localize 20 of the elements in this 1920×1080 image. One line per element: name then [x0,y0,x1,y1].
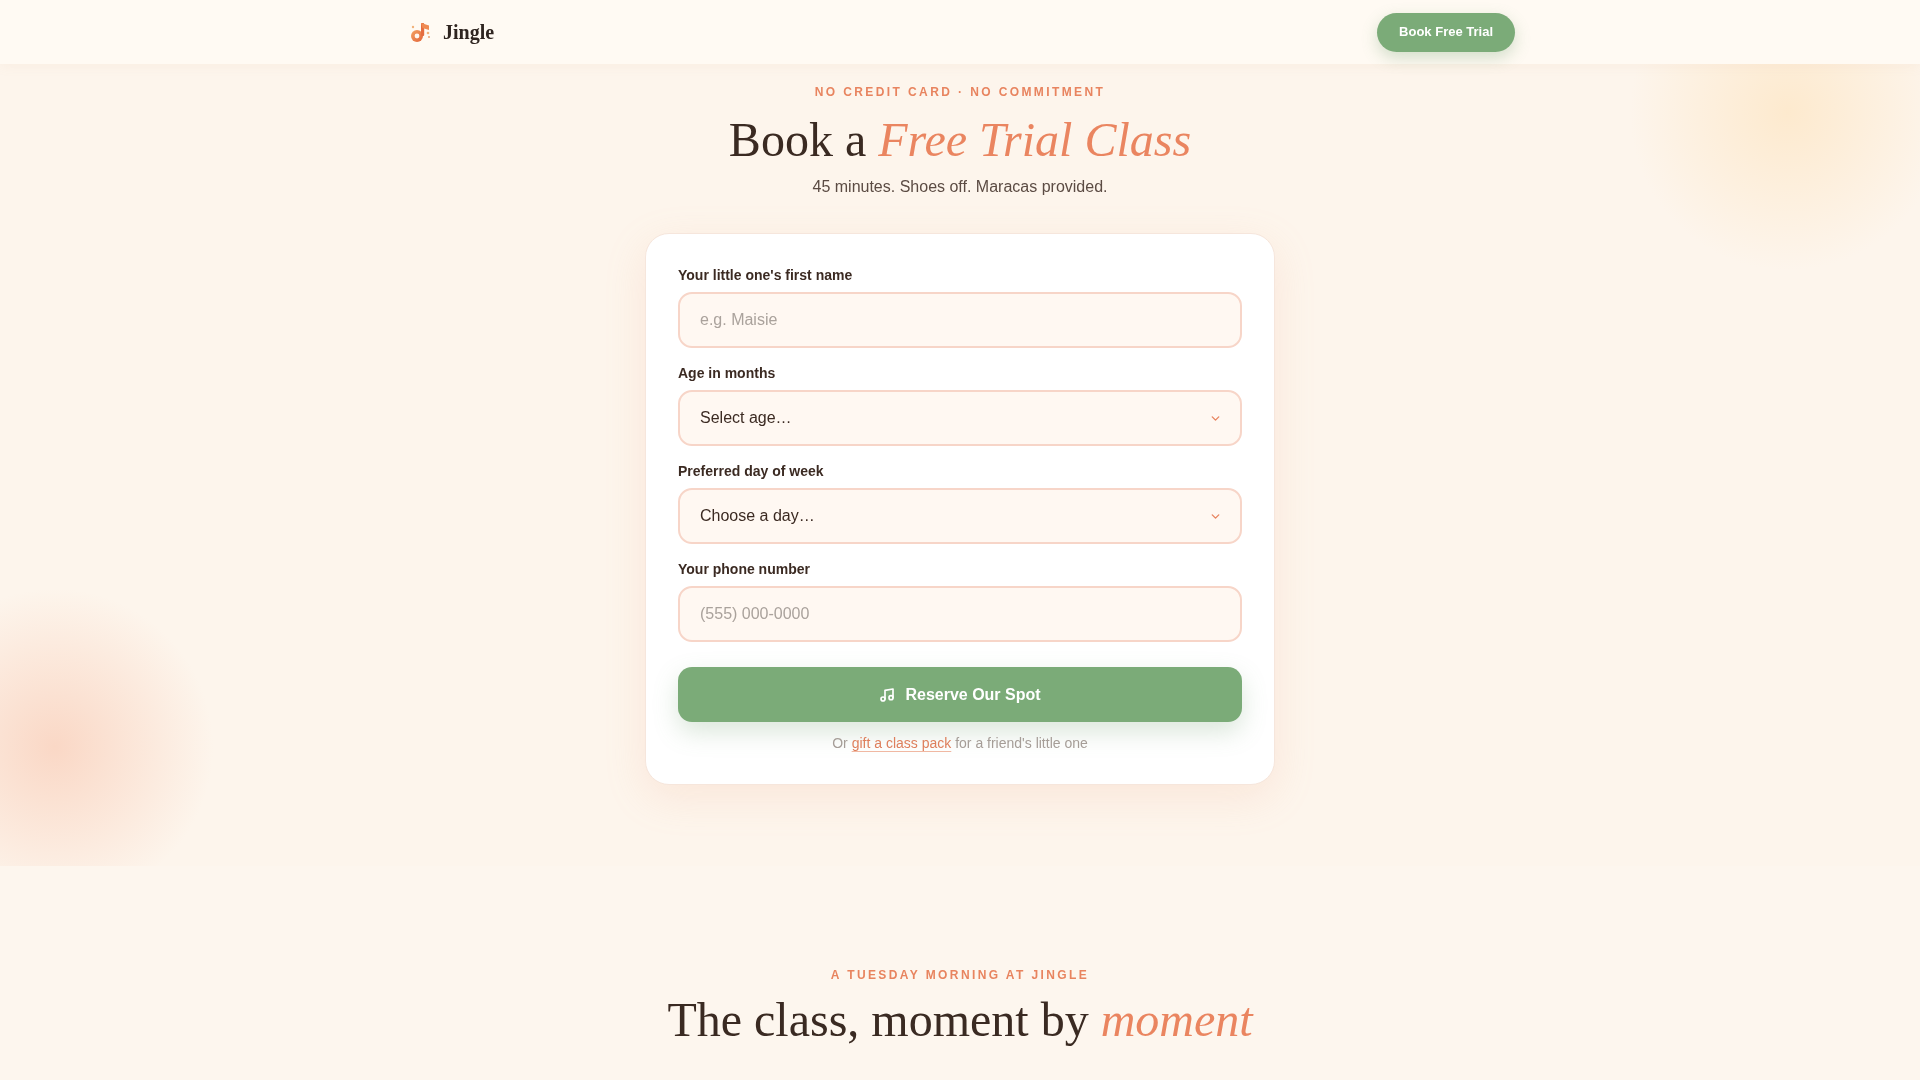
page-heading: Book a Free Trial Class [728,112,1192,168]
field-label: Your phone number [678,560,811,578]
field-label: Preferred day of week [678,462,825,480]
brand-name: Jingle [443,20,495,46]
section-heading: The class, moment by moment [667,992,1253,1048]
subtitle-text: 45 minutes. Shoes off. Maracas provided. [812,177,1108,197]
dropdown-select[interactable]: Choose a day… [678,488,1242,544]
music-note-logo-icon [409,21,431,43]
text-input[interactable]: e.g. Maisie [678,292,1242,348]
eyebrow-text: NO CREDIT CARD · NO COMMITMENT [814,84,1106,100]
text-input[interactable]: (555) 000-0000 [678,586,1242,642]
gift-class-pack-link[interactable]: gift a class pack [851,735,952,751]
book-trial-button[interactable]: Book Free Trial [1377,12,1515,52]
eyebrow-text: A TUESDAY MORNING AT JINGLE [830,967,1090,983]
dropdown-select[interactable]: Select age… [678,390,1242,446]
reserve-spot-button[interactable]: Reserve Our Spot [678,667,1242,722]
field-label: Age in months [678,364,777,382]
music-note-icon [879,686,896,703]
field-label: Your little one's first name [678,266,854,284]
footnote-text: Or gift a class pack for a friend's little one [831,734,1089,753]
